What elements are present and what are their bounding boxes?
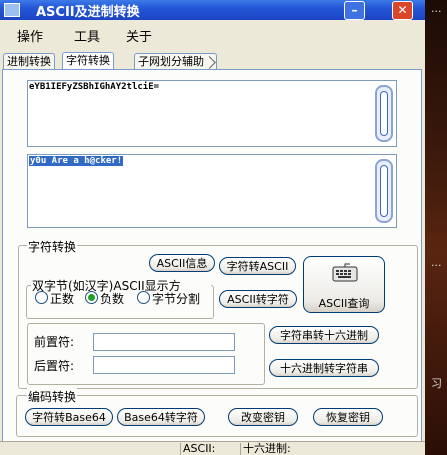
status-pane-hex: 十六进制: <box>240 443 423 455</box>
tab-base-convert[interactable]: 进制转换 <box>3 53 55 69</box>
status-bar: ASCII: 十六进制: <box>0 441 425 455</box>
main-window: ASCII及进制转换 – ✕ 操作 工具 关于 进制转换 字符转换 子网划分辅助… <box>0 0 425 455</box>
scrollbar[interactable] <box>375 159 393 223</box>
tab-subnet-helper[interactable]: 子网划分辅助 <box>134 53 217 69</box>
char-convert-panel: eYB1IEFyZSBhIGhAY2tlciE= y0u Are a h@cke… <box>2 69 422 443</box>
plain-textbox[interactable]: y0u Are a h@cker! <box>27 154 397 228</box>
status-pane-main <box>0 443 178 455</box>
tab-label: 字符转换 <box>66 54 110 67</box>
tab-char-convert[interactable]: 字符转换 <box>62 52 114 70</box>
tab-label: 子网划分辅助 <box>138 55 204 68</box>
ascii-table-button[interactable]: ASCII信息 <box>149 254 215 272</box>
ascii-query-button[interactable]: ASCII查询 <box>303 256 385 313</box>
keyboard-icon <box>332 263 358 282</box>
ascii-query-label: ASCII查询 <box>318 297 370 310</box>
desktop-mark: ... <box>431 2 442 15</box>
scrollbar[interactable] <box>375 85 393 142</box>
close-button[interactable]: ✕ <box>392 1 413 20</box>
menu-item-tools[interactable]: 工具 <box>74 26 100 45</box>
encoded-textbox[interactable]: eYB1IEFyZSBhIGhAY2tlciE= <box>27 80 397 147</box>
prefix-input[interactable] <box>93 333 235 351</box>
radio-label: 字节分割 <box>152 292 201 306</box>
prefix-label: 前置符: <box>34 335 75 349</box>
radio-byte-split[interactable]: 字节分割 <box>137 290 200 306</box>
from-base64-button[interactable]: Base64转字符 <box>117 408 205 426</box>
background-desktop: ... ... 习 <box>425 0 447 455</box>
tab-label: 进制转换 <box>7 55 51 68</box>
menu-item-about[interactable]: 关于 <box>126 26 152 45</box>
suffix-input[interactable] <box>93 356 235 374</box>
radio-dot <box>35 291 48 304</box>
change-key-button[interactable]: 改变密钥 <box>228 408 298 426</box>
tab-strip: 进制转换 字符转换 子网划分辅助 <box>0 52 425 70</box>
radio-label: 正数 <box>50 292 75 306</box>
radio-negative[interactable]: 负数 <box>85 290 124 306</box>
ascii-to-char-button[interactable]: ASCII转字符 <box>219 290 297 308</box>
radio-dot <box>85 291 98 304</box>
to-base64-button[interactable]: 字符转Base64 <box>25 408 113 426</box>
desktop-mark: 习 <box>431 377 442 390</box>
app-icon <box>4 3 20 17</box>
str-to-hex-button[interactable]: 字符串转十六进制 <box>269 326 379 344</box>
desktop-mark: ... <box>431 256 442 269</box>
title-bar[interactable]: ASCII及进制转换 – ✕ <box>0 0 425 20</box>
char-convert-group-label: 字符转换 <box>27 238 78 255</box>
encoded-text: eYB1IEFyZSBhIGhAY2tlciE= <box>29 82 160 92</box>
minimize-button[interactable]: – <box>344 1 365 20</box>
menu-item-operate[interactable]: 操作 <box>17 26 43 45</box>
radio-label: 负数 <box>100 292 125 306</box>
radio-dot <box>137 291 150 304</box>
tab-scroll-icon <box>203 56 216 69</box>
window-title: ASCII及进制转换 <box>36 5 140 20</box>
status-pane-ascii: ASCII: <box>180 443 239 455</box>
restore-key-button[interactable]: 恢复密钥 <box>313 408 383 426</box>
suffix-label: 后置符: <box>34 359 75 373</box>
encode-convert-group-label: 编码转换 <box>27 388 78 405</box>
hex-to-str-button[interactable]: 十六进制转字符串 <box>269 359 379 377</box>
plain-text: y0u Are a h@cker! <box>29 156 124 166</box>
char-to-ascii-button[interactable]: 字符转ASCII <box>219 257 296 275</box>
menu-bar: 操作 工具 关于 <box>0 26 425 46</box>
radio-positive[interactable]: 正数 <box>35 290 74 306</box>
double-byte-options: 正数 负数 字节分割 <box>35 290 211 306</box>
